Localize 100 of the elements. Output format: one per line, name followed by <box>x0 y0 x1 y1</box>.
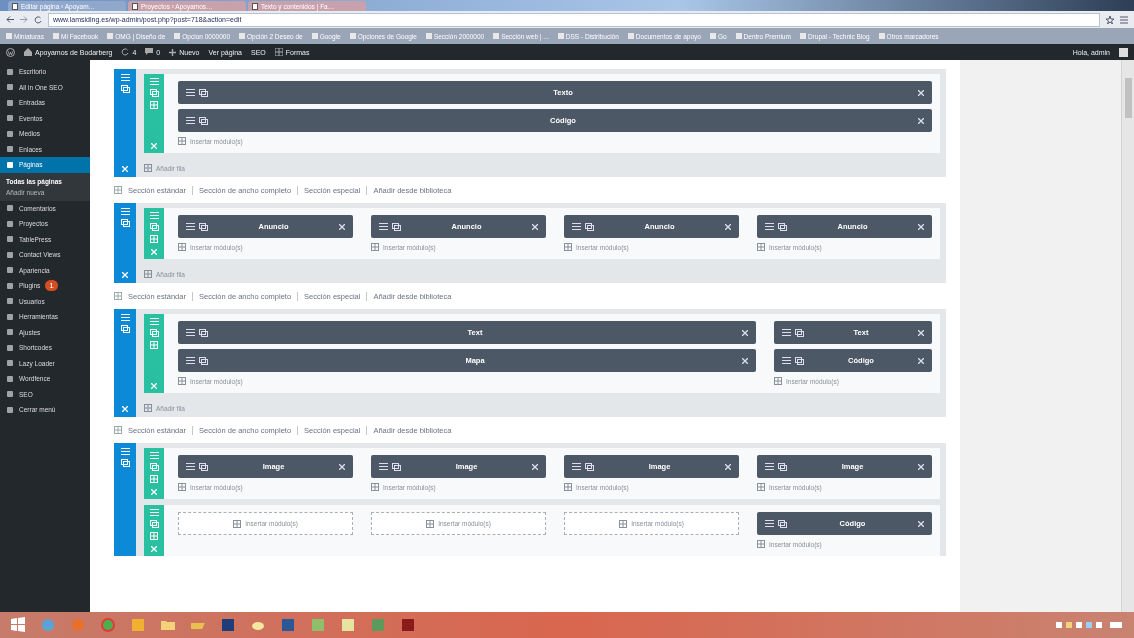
close-icon <box>151 546 157 552</box>
copy-icon <box>199 356 208 365</box>
close-icon <box>339 463 345 470</box>
close-icon <box>122 272 128 278</box>
bookmark-icon <box>349 33 356 39</box>
copy-icon <box>392 462 401 471</box>
grid-icon <box>564 483 572 491</box>
copy-icon <box>199 116 208 125</box>
copy-icon <box>149 89 159 97</box>
grid-icon <box>114 426 122 434</box>
page-icon <box>132 2 138 10</box>
copy-icon <box>778 462 787 471</box>
hamburger-icon <box>572 463 581 470</box>
section-handle[interactable] <box>114 69 136 177</box>
bookmark-icon <box>53 33 59 39</box>
section-handle[interactable] <box>114 443 136 556</box>
grid-icon <box>371 243 379 251</box>
copy-icon <box>199 328 208 337</box>
refresh-icon <box>121 48 130 56</box>
grid-icon <box>114 186 122 194</box>
grid-icon <box>371 483 379 491</box>
forward-arrow-icon <box>20 16 28 23</box>
square-icon <box>6 312 14 321</box>
square-icon <box>6 114 14 123</box>
square-icon <box>6 235 14 244</box>
close-icon <box>122 166 128 172</box>
close-icon <box>151 143 157 149</box>
windows-logo-icon[interactable] <box>10 617 26 633</box>
square-icon <box>6 67 14 76</box>
page-icon <box>12 2 18 10</box>
square-icon <box>6 297 14 306</box>
row-handle[interactable] <box>144 314 164 393</box>
grid-icon <box>564 243 572 251</box>
square-icon <box>6 266 14 275</box>
copy-icon <box>585 462 594 471</box>
page-icon <box>252 2 258 10</box>
hamburger-icon <box>186 463 195 470</box>
grid-icon <box>757 540 765 548</box>
grid-icon <box>114 292 122 300</box>
bookmark-icon <box>311 33 318 39</box>
hamburger-icon <box>149 452 159 459</box>
square-icon <box>6 160 14 169</box>
square-icon <box>6 281 14 290</box>
copy-icon <box>120 325 130 333</box>
grid-icon <box>150 341 158 349</box>
grid-icon <box>144 270 152 278</box>
close-icon <box>742 357 749 364</box>
grid-icon <box>774 377 783 385</box>
copy-icon <box>120 219 130 227</box>
hamburger-icon <box>765 520 774 527</box>
bookmark-icon <box>425 33 432 39</box>
grid-icon <box>144 404 152 412</box>
back-arrow-icon <box>6 16 14 23</box>
hamburger-icon <box>120 208 130 215</box>
hamburger-icon <box>120 448 130 455</box>
scrollbar[interactable] <box>1121 60 1134 612</box>
close-icon <box>532 223 538 230</box>
hamburger-icon <box>186 357 195 364</box>
grid-icon <box>757 483 765 491</box>
square-icon <box>6 219 14 228</box>
grid-icon <box>150 532 158 540</box>
square-icon <box>6 250 14 259</box>
row-handle[interactable] <box>144 505 164 556</box>
close-icon <box>725 463 731 470</box>
bookmark-icon <box>6 33 12 39</box>
square-icon <box>6 83 14 92</box>
grid-icon <box>233 519 242 528</box>
copy-icon <box>778 519 787 528</box>
section-handle[interactable] <box>114 203 136 283</box>
copy-icon <box>120 85 130 93</box>
close-icon <box>532 463 538 470</box>
square-icon <box>6 359 14 368</box>
bookmark-icon <box>493 33 500 39</box>
close-icon <box>918 463 924 470</box>
plus-icon <box>169 48 177 56</box>
close-icon <box>918 89 924 96</box>
close-icon <box>918 520 924 527</box>
row-handle[interactable] <box>144 448 164 499</box>
bookmark-icon <box>239 33 246 39</box>
copy-icon <box>149 463 159 471</box>
grid-icon <box>150 235 158 243</box>
grid-icon <box>178 483 186 491</box>
row-handle[interactable] <box>144 208 164 259</box>
close-icon <box>122 406 128 412</box>
hamburger-icon <box>120 314 130 321</box>
section-handle[interactable] <box>114 309 136 417</box>
copy-icon <box>120 459 130 467</box>
square-icon <box>6 390 14 399</box>
bookmark-icon <box>799 33 806 39</box>
grid-icon <box>426 519 435 528</box>
wordpress-logo-icon <box>6 47 15 57</box>
grid-icon <box>178 377 186 385</box>
copy-icon <box>392 222 401 231</box>
reload-icon <box>34 15 42 24</box>
grid-icon <box>178 243 186 251</box>
row-handle[interactable] <box>144 74 164 153</box>
hamburger-icon <box>149 318 159 325</box>
hamburger-icon <box>149 212 159 219</box>
hamburger-icon <box>149 509 159 516</box>
copy-icon <box>199 462 208 471</box>
